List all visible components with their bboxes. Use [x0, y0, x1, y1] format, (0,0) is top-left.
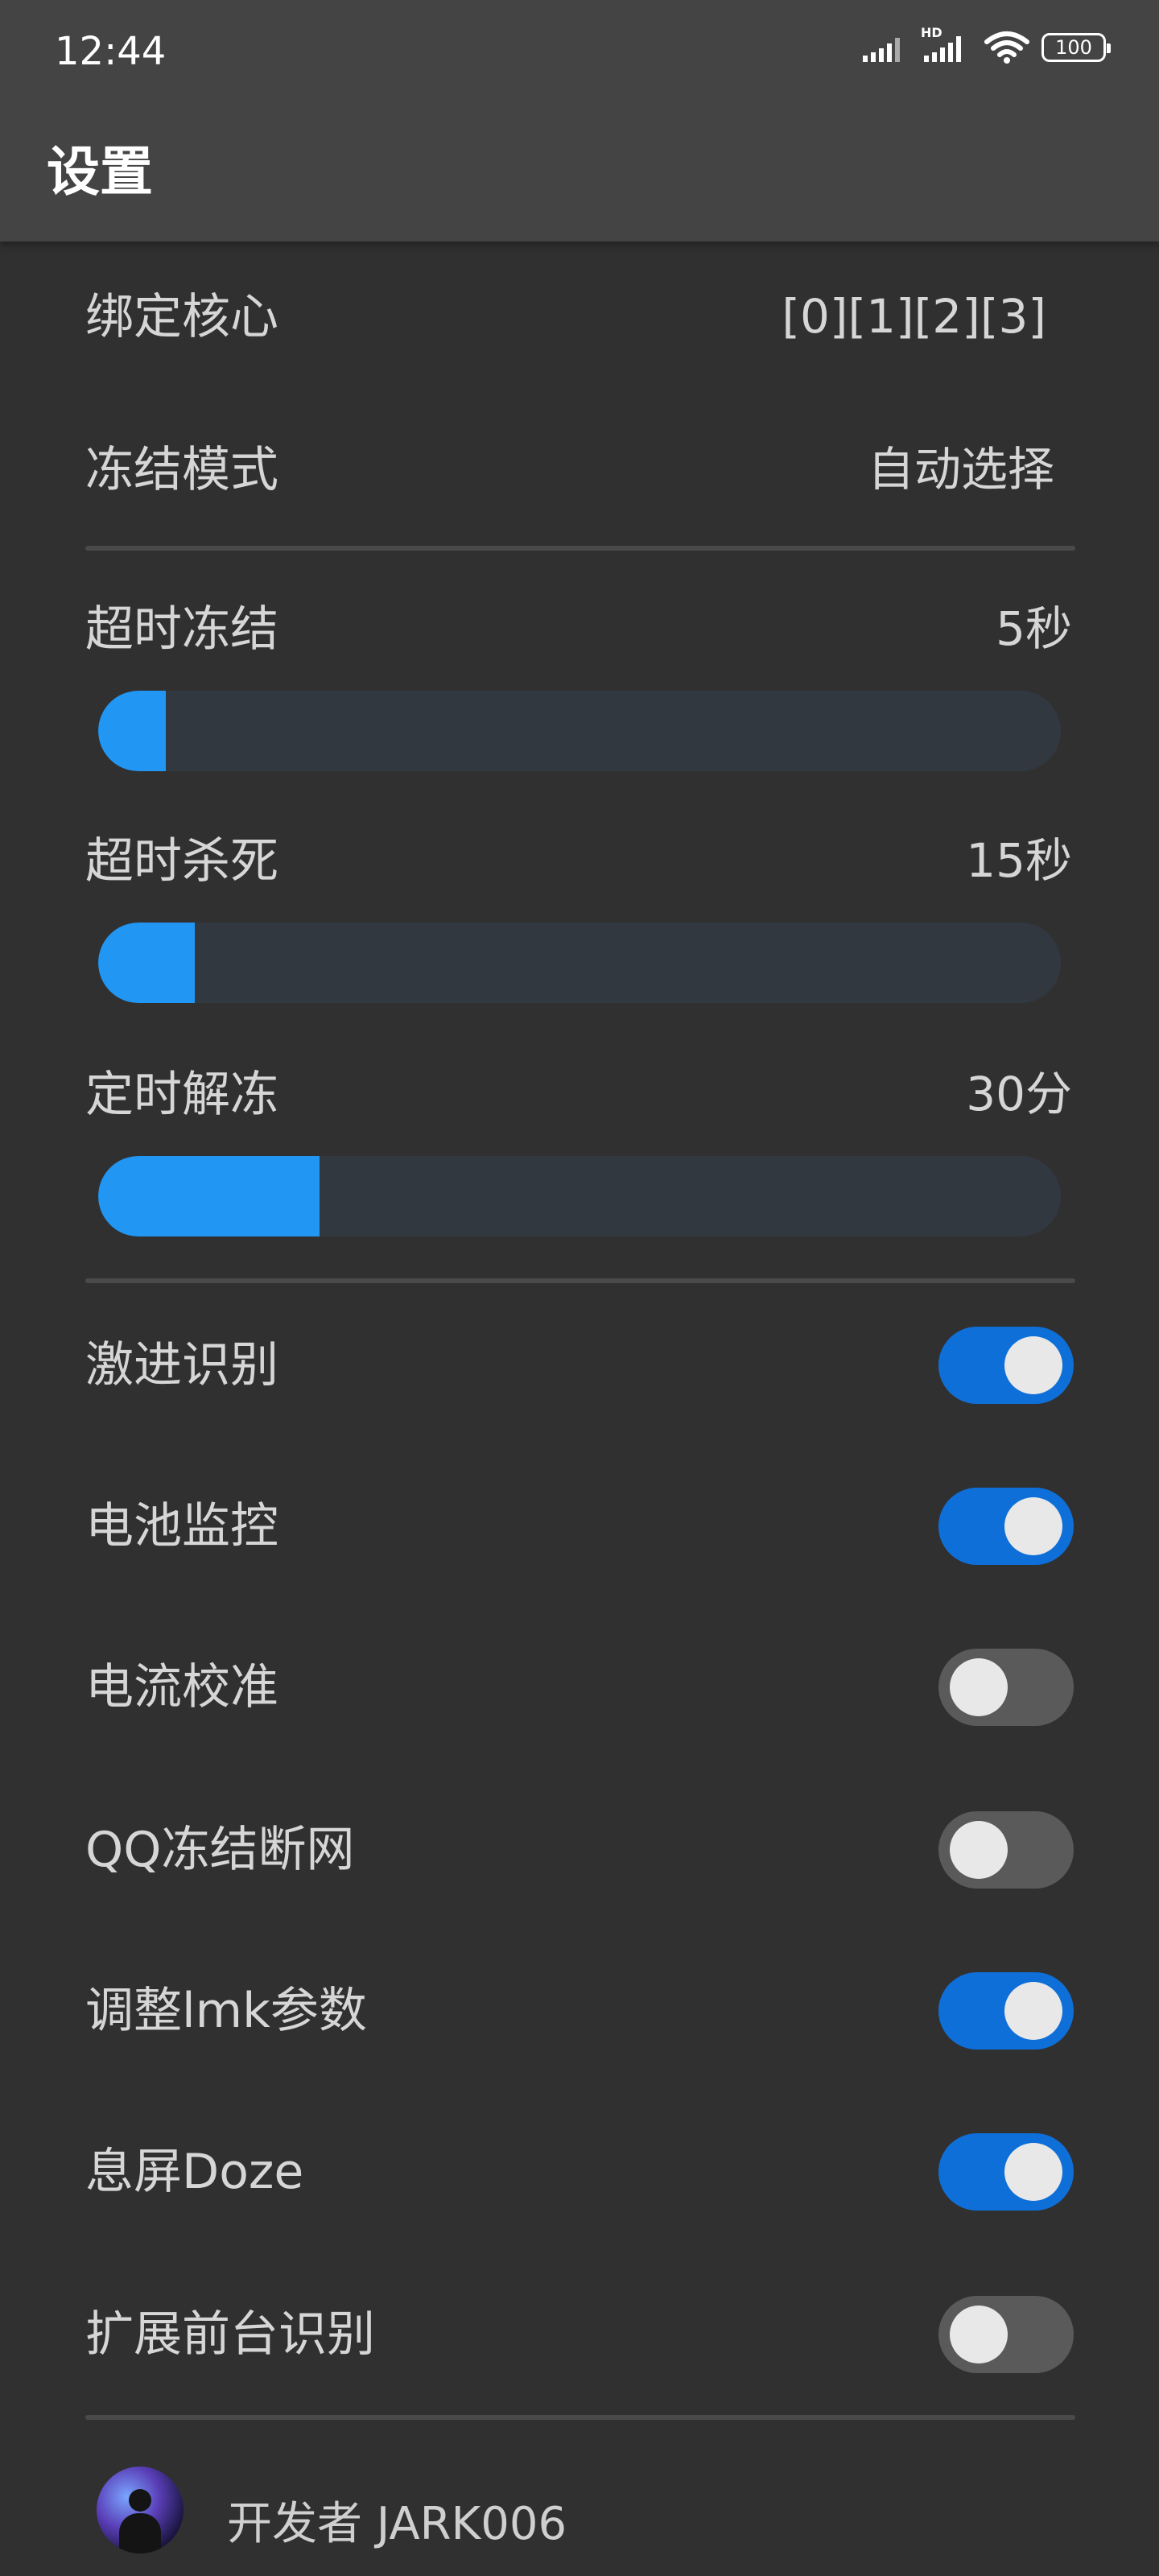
toggle-knob: [1004, 1336, 1062, 1394]
toggle-knob: [1004, 2143, 1062, 2201]
adjust-lmk-label: 调整lmk参数: [85, 1983, 367, 2039]
aggressive-detect-label: 激进识别: [85, 1337, 278, 1393]
timeout-kill-slider[interactable]: [98, 923, 1061, 1003]
slider-fill: [98, 1156, 320, 1236]
timeout-freeze-value: 5秒: [996, 601, 1072, 656]
slider-fill: [98, 691, 166, 771]
hd-signal-icon: HD: [921, 25, 972, 64]
timed-unfreeze-label: 定时解冻: [85, 1067, 278, 1123]
developer-credit[interactable]: 开发者 JARK006: [227, 2487, 567, 2553]
freeze-mode-label: 冻结模式: [85, 442, 278, 498]
app-bar: 12:44 HD 100 设置: [0, 0, 1159, 242]
toggle-knob: [950, 1658, 1008, 1716]
current-calibration-toggle[interactable]: [938, 1649, 1074, 1726]
timed-unfreeze-slider[interactable]: [98, 1156, 1061, 1236]
developer-avatar: [97, 2467, 184, 2553]
toggle-knob: [950, 2306, 1008, 2363]
qq-freeze-network-label: QQ冻结断网: [85, 1822, 355, 1878]
current-calibration-label: 电流校准: [85, 1659, 278, 1715]
bind-core-label: 绑定核心: [85, 289, 278, 345]
signal-icon: [863, 38, 900, 62]
battery-monitor-label: 电池监控: [85, 1498, 278, 1554]
screen-off-doze-label: 息屏Doze: [85, 2144, 304, 2200]
status-time: 12:44: [55, 29, 167, 74]
slider-fill: [98, 923, 195, 1003]
extended-foreground-label: 扩展前台识别: [85, 2306, 375, 2363]
bind-core-value[interactable]: [0][1][2][3]: [782, 293, 1046, 340]
adjust-lmk-toggle[interactable]: [938, 1972, 1074, 2050]
status-icons: HD 100: [861, 25, 1111, 64]
wifi-icon: [984, 31, 1029, 64]
toggle-knob: [1004, 1497, 1062, 1555]
timed-unfreeze-value: 30分: [966, 1067, 1072, 1121]
toggle-knob: [950, 1821, 1008, 1879]
divider: [85, 1278, 1075, 1283]
timeout-kill-value: 15秒: [966, 833, 1072, 888]
timeout-freeze-slider[interactable]: [98, 691, 1061, 771]
page-title: 设置: [47, 141, 153, 203]
divider: [85, 546, 1075, 551]
toggle-knob: [1004, 1982, 1062, 2040]
battery-icon: 100: [1041, 33, 1111, 62]
timeout-freeze-label: 超时冻结: [85, 601, 278, 658]
qq-freeze-network-toggle[interactable]: [938, 1811, 1074, 1889]
divider: [85, 2415, 1075, 2420]
screen-off-doze-toggle[interactable]: [938, 2133, 1074, 2211]
freeze-mode-value[interactable]: 自动选择: [868, 446, 1054, 493]
battery-monitor-toggle[interactable]: [938, 1488, 1074, 1565]
extended-foreground-toggle[interactable]: [938, 2296, 1074, 2373]
aggressive-detect-toggle[interactable]: [938, 1327, 1074, 1404]
timeout-kill-label: 超时杀死: [85, 833, 278, 890]
